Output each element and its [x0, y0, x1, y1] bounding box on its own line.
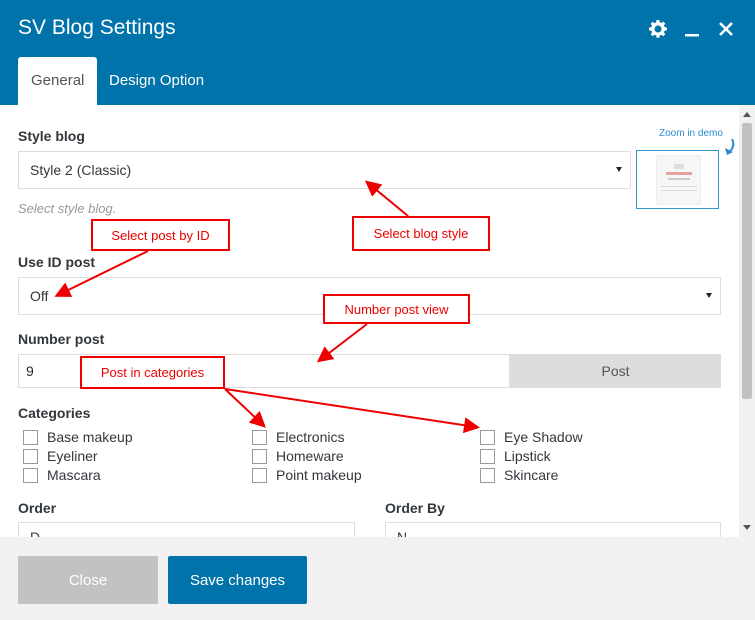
checkbox[interactable]	[23, 429, 38, 445]
header-controls	[647, 18, 737, 40]
order-select[interactable]: D	[18, 522, 355, 537]
checkbox[interactable]	[480, 429, 495, 445]
number-post-label: Number post	[18, 331, 105, 347]
gear-icon[interactable]	[647, 18, 669, 40]
order-by-label: Order By	[385, 500, 445, 516]
checkbox[interactable]	[252, 429, 267, 445]
categories-label: Categories	[18, 405, 91, 421]
checkbox[interactable]	[252, 467, 267, 483]
style-blog-hint: Select style blog.	[18, 201, 117, 216]
order-by-value: N	[397, 529, 408, 537]
order-label: Order	[18, 500, 57, 516]
zoom-in-demo-link[interactable]: Zoom in demo	[659, 128, 723, 139]
close-icon[interactable]	[715, 18, 737, 40]
category-homeware[interactable]: Homeware	[252, 448, 344, 464]
dialog-title: SV Blog Settings	[18, 16, 176, 39]
checkbox[interactable]	[23, 448, 38, 464]
preview-image	[656, 155, 701, 205]
use-id-post-label: Use ID post	[18, 254, 96, 270]
checkbox[interactable]	[480, 467, 495, 483]
category-eye-shadow[interactable]: Eye Shadow	[480, 429, 583, 445]
order-value: D	[30, 529, 41, 537]
close-button[interactable]: Close	[18, 556, 158, 604]
annotation-select-post-by-id: Select post by ID	[91, 219, 230, 251]
order-by-select[interactable]: N	[385, 522, 721, 537]
category-point-makeup[interactable]: Point makeup	[252, 467, 362, 483]
number-post-addon: Post	[510, 354, 721, 388]
minimize-icon[interactable]	[681, 18, 703, 40]
content-scrollbar[interactable]	[739, 105, 755, 537]
use-id-post-value: Off	[30, 288, 49, 304]
scrollbar-thumb[interactable]	[742, 123, 752, 399]
category-lipstick[interactable]: Lipstick	[480, 448, 551, 464]
category-base-makeup[interactable]: Base makeup	[23, 429, 133, 445]
annotation-select-blog-style: Select blog style	[352, 216, 490, 251]
tab-design-option[interactable]: Design Option	[96, 57, 217, 105]
curved-arrow-icon	[725, 138, 735, 155]
style-blog-select[interactable]: Style 2 (Classic)	[18, 151, 631, 189]
checkbox[interactable]	[480, 448, 495, 464]
dialog-header: SV Blog Settings General Design Option	[0, 0, 755, 105]
category-skincare[interactable]: Skincare	[480, 467, 558, 483]
scroll-down-icon[interactable]	[743, 525, 751, 530]
style-blog-value: Style 2 (Classic)	[30, 162, 132, 178]
chevron-down-icon	[706, 293, 712, 298]
category-electronics[interactable]: Electronics	[252, 429, 344, 445]
tab-general[interactable]: General	[18, 57, 98, 105]
scroll-up-icon[interactable]	[743, 112, 751, 117]
checkbox[interactable]	[23, 467, 38, 483]
style-preview-thumbnail[interactable]	[636, 150, 719, 209]
chevron-down-icon	[616, 167, 622, 172]
dialog-footer: Close Save changes	[0, 537, 755, 620]
style-blog-label: Style blog	[18, 128, 85, 144]
number-post-value: 9	[26, 363, 34, 379]
annotation-post-in-categories: Post in categories	[80, 356, 225, 389]
save-changes-button[interactable]: Save changes	[168, 556, 307, 604]
category-eyeliner[interactable]: Eyeliner	[23, 448, 98, 464]
checkbox[interactable]	[252, 448, 267, 464]
annotation-number-post-view: Number post view	[323, 294, 470, 324]
category-mascara[interactable]: Mascara	[23, 467, 101, 483]
